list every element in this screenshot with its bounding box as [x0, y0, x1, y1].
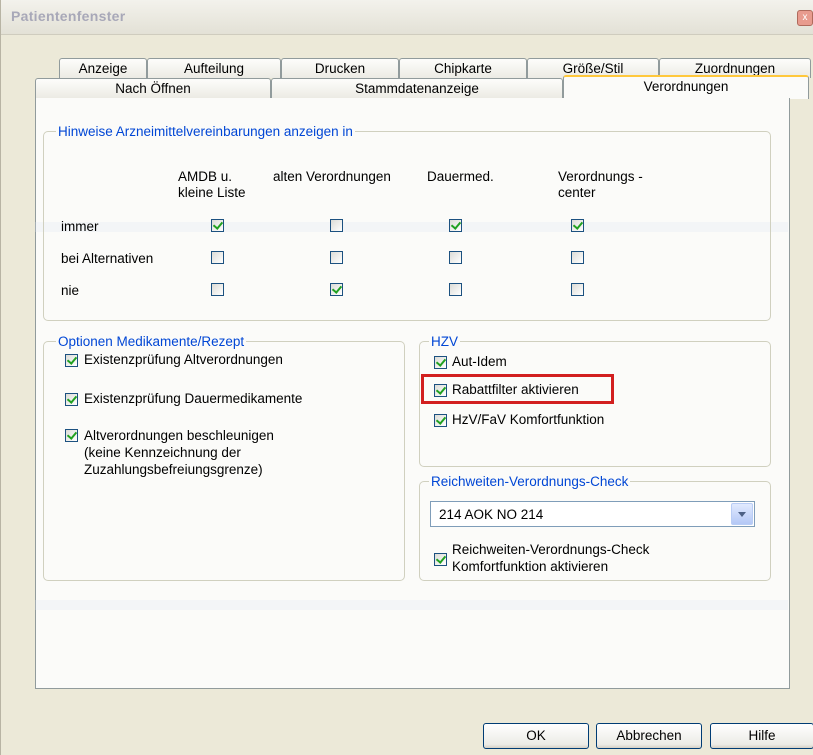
- column-header-alten-verordnungen: alten Verordnungen: [273, 169, 391, 184]
- checkbox-existenzpruefung-dauer[interactable]: [65, 393, 78, 406]
- matrix-checkbox-r2-c3[interactable]: [571, 283, 584, 296]
- highlight-box: [421, 374, 614, 404]
- column-header-dauermed: Dauermed.: [427, 169, 494, 184]
- kasse-select[interactable]: 214 AOK NO 214: [430, 501, 755, 527]
- label-reichweiten-komfort: Reichweiten-Verordnungs-Check Komfortfunk…: [452, 542, 650, 574]
- chevron-down-icon[interactable]: [731, 503, 753, 525]
- column-header-amdb: AMDB u. kleine Liste: [178, 169, 246, 200]
- group-optionen-title: Optionen Medikamente/Rezept: [56, 334, 247, 350]
- matrix-checkbox-r2-c1[interactable]: [330, 283, 343, 296]
- label-existenzpruefung-dauer: Existenzprüfung Dauermedikamente: [84, 391, 303, 406]
- matrix-checkbox-r0-c2[interactable]: [449, 219, 462, 232]
- checkbox-aut-idem[interactable]: [434, 356, 447, 369]
- tab-aufteilung[interactable]: Aufteilung: [147, 58, 281, 78]
- window-title: Patientenfenster: [11, 8, 126, 24]
- label-hzv-komfort: HzV/FaV Komfortfunktion: [452, 412, 605, 427]
- tab-chipkarte[interactable]: Chipkarte: [399, 58, 527, 78]
- checkbox-altverordnungen-beschleunigen[interactable]: [65, 429, 78, 442]
- row-label-nie: nie: [61, 283, 80, 298]
- group-hinweise: [43, 131, 771, 321]
- tab-verordnungen[interactable]: Verordnungen: [563, 75, 809, 99]
- kasse-select-value: 214 AOK NO 214: [439, 507, 544, 522]
- patient-window: Patientenfenster x Anzeige Aufteilung Dr…: [0, 0, 813, 755]
- scan-artifact: [35, 600, 788, 610]
- checkbox-existenzpruefung-alt[interactable]: [65, 354, 78, 367]
- row-label-immer: immer: [61, 219, 99, 234]
- matrix-checkbox-r1-c2[interactable]: [449, 251, 462, 264]
- group-hinweise-title: Hinweise Arzneimittelvereinbarungen anze…: [56, 124, 355, 140]
- matrix-checkbox-r0-c0[interactable]: [211, 219, 224, 232]
- help-button[interactable]: Hilfe: [710, 723, 813, 749]
- matrix-checkbox-r2-c2[interactable]: [449, 283, 462, 296]
- column-header-verordnungscenter: Verordnungs - center: [558, 169, 643, 200]
- matrix-checkbox-r2-c0[interactable]: [211, 283, 224, 296]
- cancel-button[interactable]: Abbrechen: [596, 723, 702, 749]
- ok-button[interactable]: OK: [483, 723, 589, 749]
- matrix-checkbox-r1-c0[interactable]: [211, 251, 224, 264]
- checkbox-reichweiten-komfort[interactable]: [434, 553, 447, 566]
- checkbox-hzv-komfort[interactable]: [434, 414, 447, 427]
- matrix-checkbox-r1-c1[interactable]: [330, 251, 343, 264]
- matrix-checkbox-r0-c1[interactable]: [330, 219, 343, 232]
- matrix-checkbox-r1-c3[interactable]: [571, 251, 584, 264]
- label-altverordnungen-beschleunigen: Altverordnungen beschleunigen (keine Kenn…: [84, 428, 274, 477]
- close-icon: x: [802, 12, 808, 23]
- label-aut-idem: Aut-Idem: [452, 354, 507, 369]
- row-label-bei-alternativen: bei Alternativen: [61, 251, 154, 266]
- title-bar[interactable]: Patientenfenster x: [1, 0, 813, 35]
- tab-nach-oeffnen[interactable]: Nach Öffnen: [35, 78, 271, 98]
- close-button[interactable]: x: [797, 10, 813, 26]
- tab-stammdatenanzeige[interactable]: Stammdatenanzeige: [271, 78, 563, 98]
- group-hzv-title: HZV: [429, 334, 460, 350]
- label-existenzpruefung-alt: Existenzprüfung Altverordnungen: [84, 352, 283, 367]
- tab-anzeige[interactable]: Anzeige: [59, 58, 147, 78]
- group-reichweiten-title: Reichweiten-Verordnungs-Check: [429, 474, 631, 490]
- matrix-checkbox-r0-c3[interactable]: [571, 219, 584, 232]
- tab-drucken[interactable]: Drucken: [281, 58, 399, 78]
